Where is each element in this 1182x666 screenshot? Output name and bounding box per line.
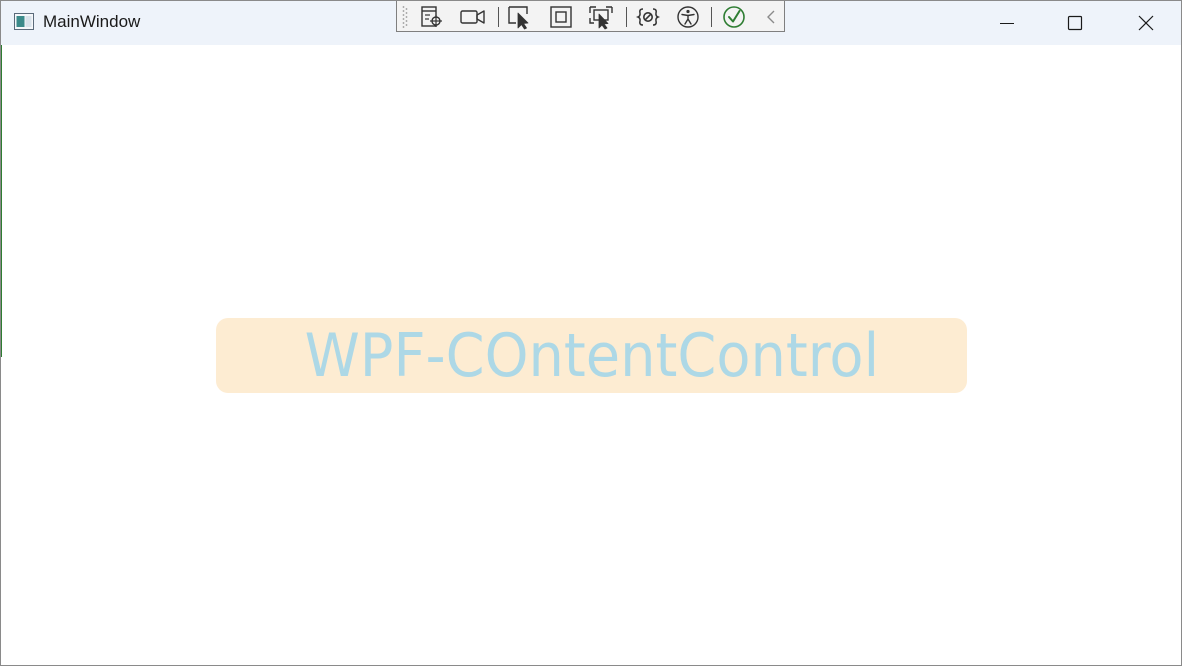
maximize-icon (1067, 15, 1083, 31)
close-button[interactable] (1112, 1, 1180, 45)
display-layout-adorners-icon (550, 6, 572, 28)
xaml-runtime-toolbar (396, 1, 785, 32)
go-to-live-visual-tree-icon (421, 6, 442, 27)
accessibility-scan-icon (677, 6, 699, 28)
toolbar-separator (498, 7, 499, 27)
checkmark-icon (723, 6, 745, 28)
binding-failures-button[interactable] (634, 4, 662, 30)
record-button[interactable] (459, 4, 487, 30)
close-icon (1138, 15, 1154, 31)
go-to-live-visual-tree-button[interactable] (418, 4, 446, 30)
display-layout-adorners-button[interactable] (547, 4, 575, 30)
toolbar-grip-icon[interactable] (402, 5, 408, 29)
binding-failures-icon (635, 8, 661, 26)
content-control-text: WPF-COntentControl (304, 320, 879, 391)
maximize-button[interactable] (1041, 1, 1109, 45)
status-ok-button[interactable] (720, 4, 748, 30)
window-edge-highlight (1, 45, 2, 357)
window-title: MainWindow (43, 12, 141, 31)
collapse-toolbar-button[interactable] (757, 4, 785, 30)
main-window: MainWindow WPF-COntentControl (0, 0, 1182, 666)
minimize-button[interactable] (973, 1, 1041, 45)
app-window-icon (14, 13, 34, 30)
track-focused-element-icon (589, 6, 613, 30)
collapse-chevron-icon (767, 10, 775, 24)
select-element-button[interactable] (506, 4, 534, 30)
toolbar-separator (711, 7, 712, 27)
record-icon (460, 10, 485, 24)
accessibility-scan-button[interactable] (674, 4, 702, 30)
track-focused-element-button[interactable] (587, 4, 615, 30)
content-control: WPF-COntentControl (216, 318, 967, 393)
select-element-icon (508, 6, 529, 30)
toolbar-separator (626, 7, 627, 27)
minimize-icon (1000, 23, 1014, 24)
